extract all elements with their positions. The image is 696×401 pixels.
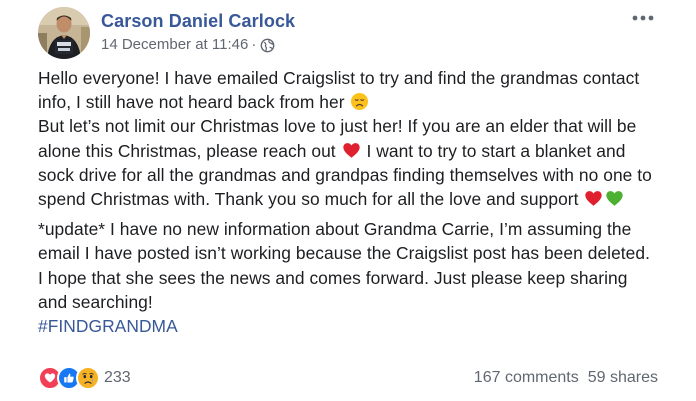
hashtag-link[interactable]: #FINDGRANDMA [38,314,178,338]
green-heart-emoji [606,191,624,206]
globe-icon[interactable] [260,38,275,53]
red-heart-emoji [585,191,603,206]
meta-separator: · [251,36,257,53]
facebook-post: Carson Daniel Carlock 14 December at 11:… [0,0,696,401]
post-timestamp[interactable]: 14 December at 11:46 [101,36,248,54]
post-body: Hello everyone! I have emailed Craigslis… [38,66,658,338]
post-header: Carson Daniel Carlock 14 December at 11:… [38,7,295,59]
sad-reaction-icon [76,366,100,390]
shares-count-link[interactable]: 59 shares [588,369,658,387]
comments-count-link[interactable]: 167 comments [474,369,579,387]
post-stats: 167 comments 59 shares [474,369,658,387]
post-meta: 14 December at 11:46 · [101,36,295,54]
red-heart-emoji [342,142,360,158]
more-options-button[interactable] [628,9,658,27]
post-text-segment: Hello everyone! I have emailed Craigslis… [38,68,640,113]
author-name[interactable]: Carson Daniel Carlock [101,10,295,32]
post-paragraph-1: Hello everyone! I have emailed Craigslis… [38,66,658,211]
disappointed-face-emoji [351,93,369,111]
reaction-icons [38,366,100,390]
post-paragraph-2: *update* I have no new information about… [38,217,658,338]
reactions-summary[interactable]: 233 [38,366,131,390]
avatar[interactable] [38,7,90,59]
author-block: Carson Daniel Carlock 14 December at 11:… [101,10,295,54]
post-text-segment: *update* I have no new information about… [38,219,651,312]
reaction-count: 233 [104,369,131,386]
more-options-icon [632,15,654,21]
post-footer: 233 167 comments 59 shares [38,364,658,392]
